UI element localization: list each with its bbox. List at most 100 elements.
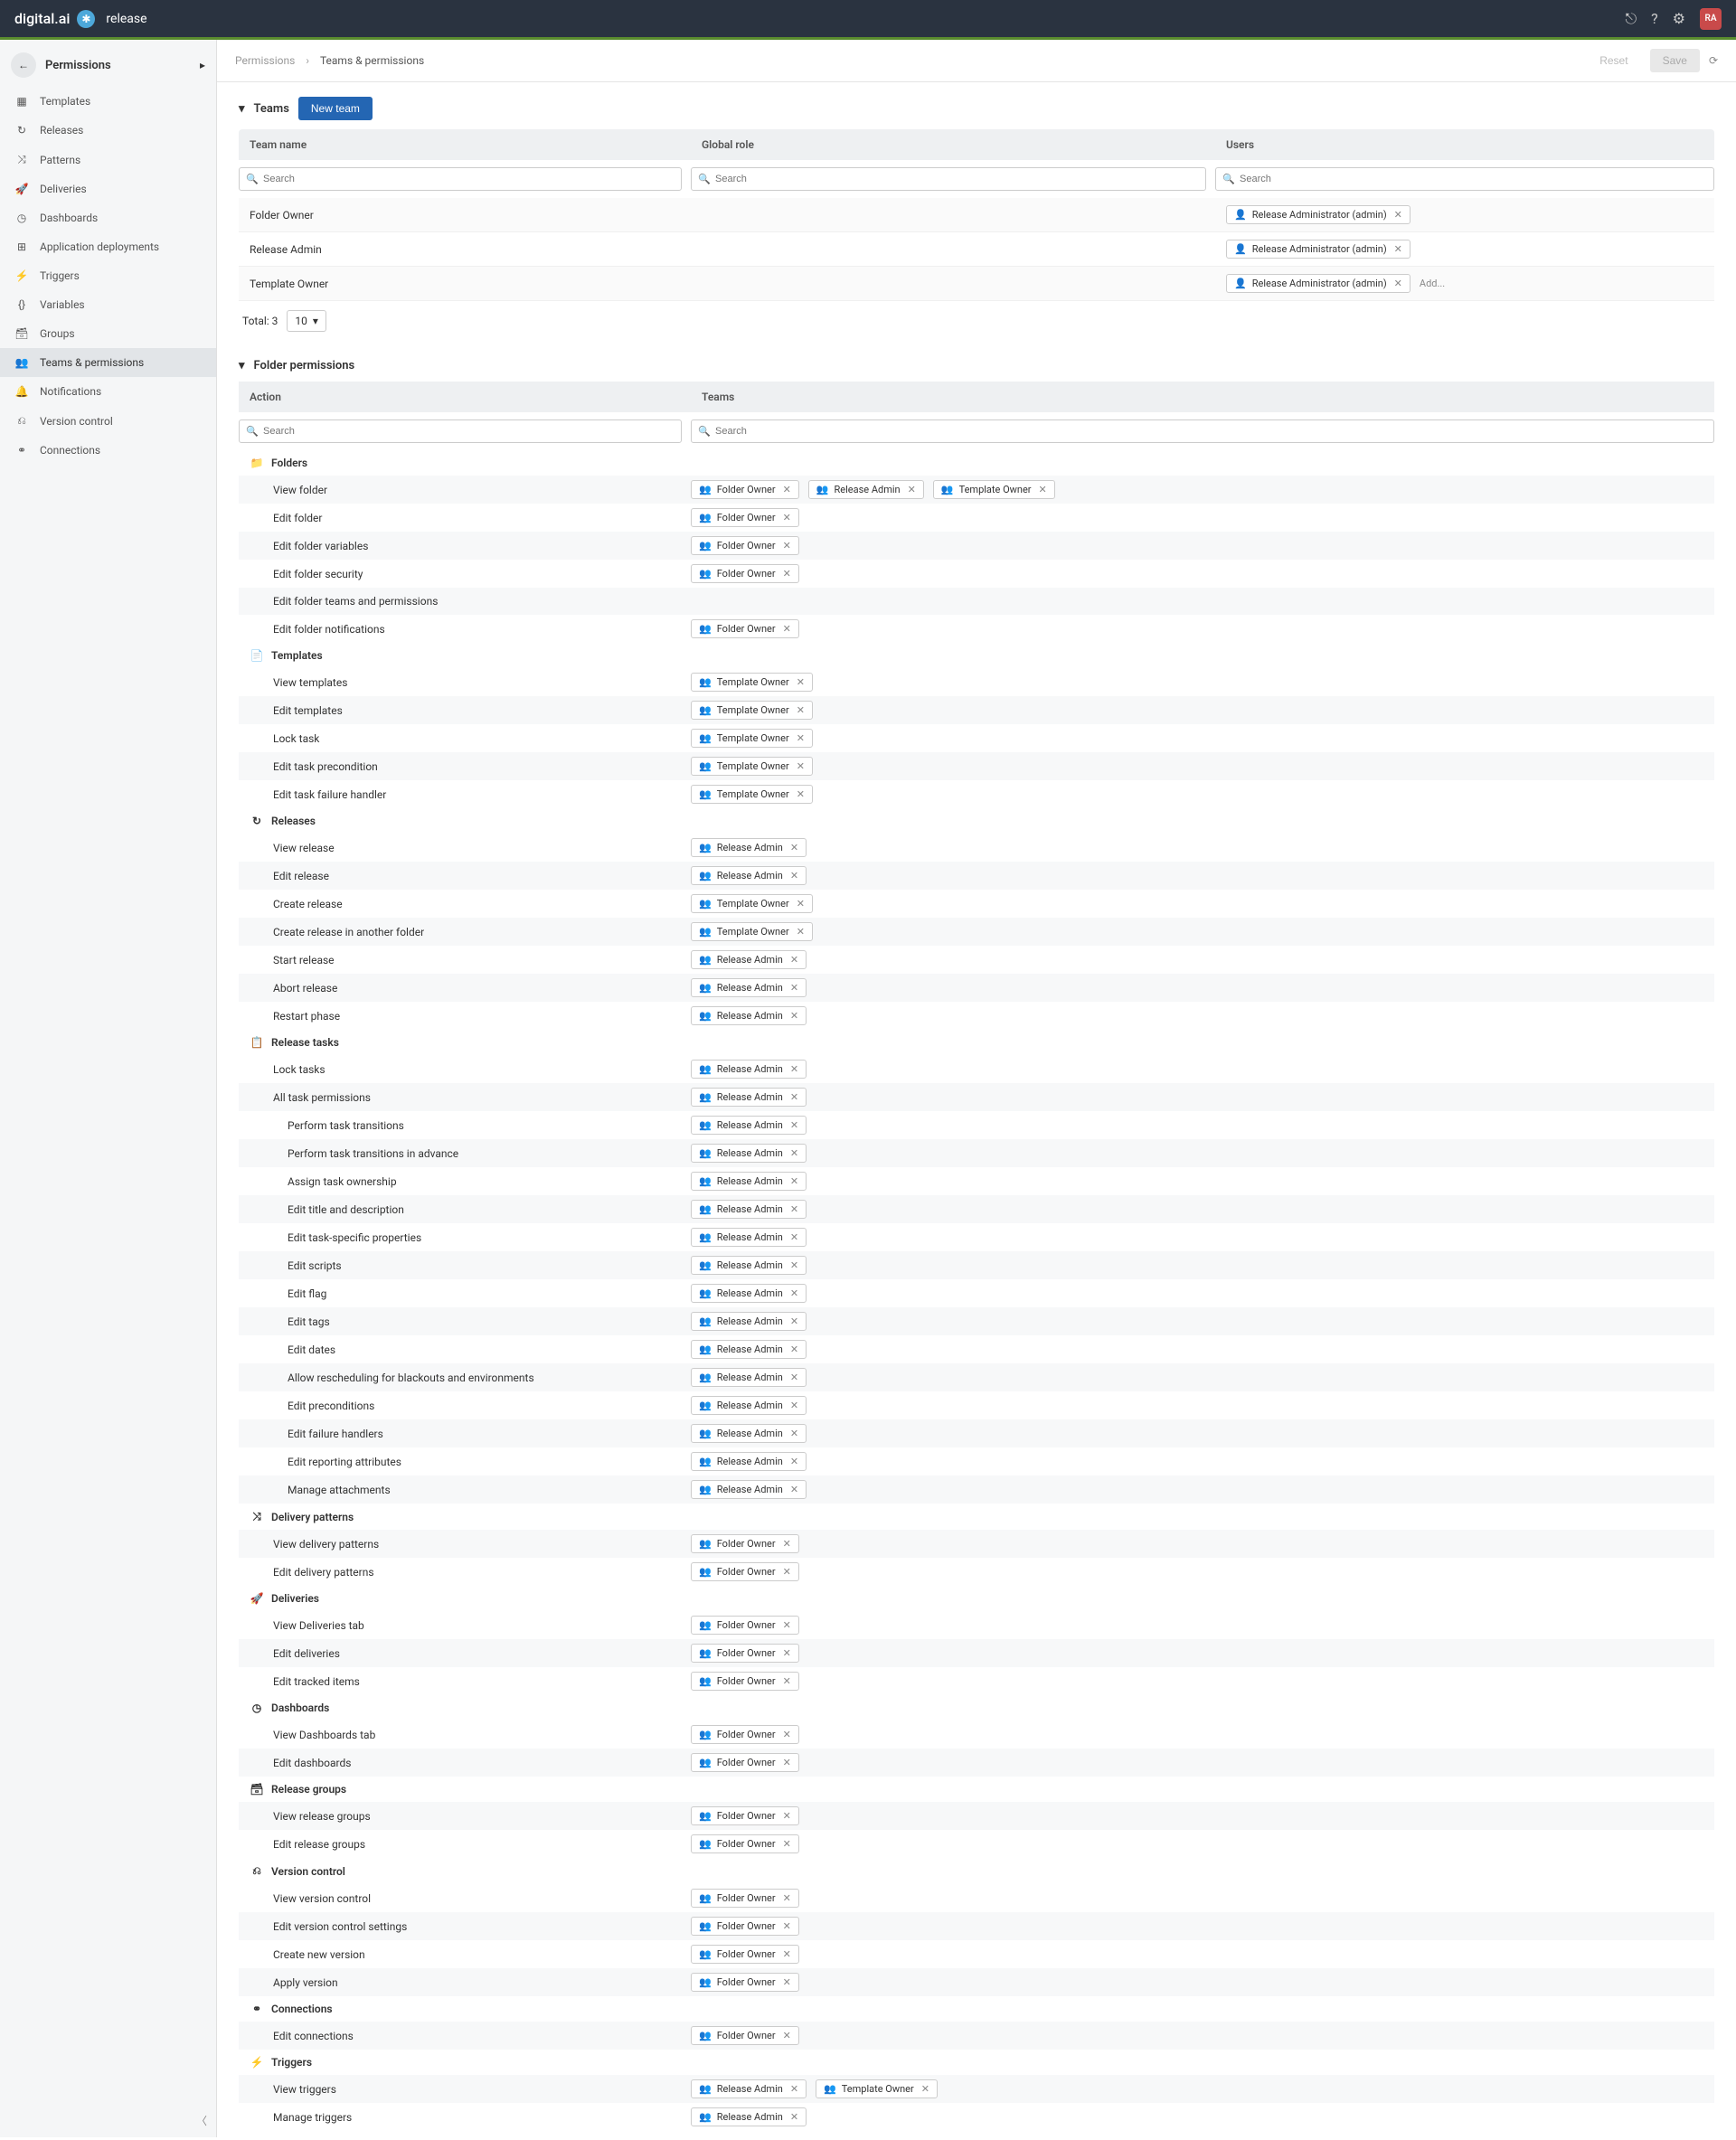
team-chip[interactable]: 👥Folder Owner✕ <box>691 2026 799 2045</box>
action-search-input[interactable] <box>239 420 682 443</box>
breadcrumb-root[interactable]: Permissions <box>235 54 295 67</box>
remove-chip-icon[interactable]: ✕ <box>790 842 798 853</box>
remove-chip-icon[interactable]: ✕ <box>783 1892 791 1904</box>
team-chip[interactable]: 👥Folder Owner✕ <box>691 1889 799 1908</box>
remove-chip-icon[interactable]: ✕ <box>908 484 916 495</box>
remove-chip-icon[interactable]: ✕ <box>1394 243 1402 255</box>
sidebar-item-dashboards[interactable]: ◷Dashboards <box>0 203 216 232</box>
team-chip[interactable]: 👥Template Owner✕ <box>816 2079 938 2098</box>
sidebar-expand-icon[interactable]: ▸ <box>200 59 205 71</box>
remove-chip-icon[interactable]: ✕ <box>783 568 791 580</box>
team-chip[interactable]: 👥Release Admin✕ <box>808 480 924 499</box>
team-chip[interactable]: 👥Template Owner✕ <box>933 480 1055 499</box>
team-chip[interactable]: 👥Template Owner✕ <box>691 729 813 748</box>
sidebar-item-notifications[interactable]: 🔔Notifications <box>0 377 216 406</box>
sidebar-item-groups[interactable]: 🗃Groups <box>0 319 216 348</box>
team-chip[interactable]: 👥Release Admin✕ <box>691 838 807 857</box>
remove-chip-icon[interactable]: ✕ <box>797 788 805 800</box>
team-chip[interactable]: 👥Folder Owner✕ <box>691 1616 799 1635</box>
team-chip[interactable]: 👥Folder Owner✕ <box>691 1644 799 1663</box>
remove-chip-icon[interactable]: ✕ <box>790 1484 798 1495</box>
team-chip[interactable]: 👥Template Owner✕ <box>691 757 813 776</box>
remove-chip-icon[interactable]: ✕ <box>790 1372 798 1383</box>
remove-chip-icon[interactable]: ✕ <box>783 2030 791 2041</box>
remove-chip-icon[interactable]: ✕ <box>783 623 791 635</box>
remove-chip-icon[interactable]: ✕ <box>790 870 798 881</box>
remove-chip-icon[interactable]: ✕ <box>790 2111 798 2123</box>
user-avatar[interactable]: RA <box>1700 8 1722 30</box>
help-icon[interactable]: ? <box>1651 10 1658 27</box>
remove-chip-icon[interactable]: ✕ <box>783 1538 791 1550</box>
team-chip[interactable]: 👥Release Admin✕ <box>691 1312 807 1331</box>
remove-chip-icon[interactable]: ✕ <box>790 1428 798 1439</box>
remove-chip-icon[interactable]: ✕ <box>783 1838 791 1850</box>
team-chip[interactable]: 👥Release Admin✕ <box>691 1480 807 1499</box>
remove-chip-icon[interactable]: ✕ <box>797 926 805 938</box>
remove-chip-icon[interactable]: ✕ <box>783 1948 791 1960</box>
team-chip[interactable]: 👥Template Owner✕ <box>691 673 813 692</box>
remove-chip-icon[interactable]: ✕ <box>1394 278 1402 289</box>
save-button[interactable]: Save <box>1650 49 1700 72</box>
sidebar-item-patterns[interactable]: ⤨Patterns <box>0 145 216 174</box>
sidebar-item-variables[interactable]: {}Variables <box>0 290 216 319</box>
remove-chip-icon[interactable]: ✕ <box>783 512 791 523</box>
new-team-button[interactable]: New team <box>298 97 373 120</box>
reset-button[interactable]: Reset <box>1587 49 1640 72</box>
remove-chip-icon[interactable]: ✕ <box>790 1287 798 1299</box>
team-chip[interactable]: 👥Folder Owner✕ <box>691 564 799 583</box>
remove-chip-icon[interactable]: ✕ <box>797 676 805 688</box>
remove-chip-icon[interactable]: ✕ <box>783 1976 791 1988</box>
sidebar-item-version-control[interactable]: ⎌Version control <box>0 406 216 436</box>
team-chip[interactable]: 👥Release Admin✕ <box>691 2107 807 2126</box>
remove-chip-icon[interactable]: ✕ <box>783 1729 791 1740</box>
remove-chip-icon[interactable]: ✕ <box>797 704 805 716</box>
team-chip[interactable]: 👥Folder Owner✕ <box>691 1945 799 1964</box>
remove-chip-icon[interactable]: ✕ <box>921 2083 929 2095</box>
remove-chip-icon[interactable]: ✕ <box>790 1315 798 1327</box>
team-chip[interactable]: 👥Release Admin✕ <box>691 1228 807 1247</box>
settings-icon[interactable]: ⚙ <box>1673 10 1685 27</box>
remove-chip-icon[interactable]: ✕ <box>783 1566 791 1578</box>
team-chip[interactable]: 👥Template Owner✕ <box>691 785 813 804</box>
user-chip[interactable]: 👤Release Administrator (admin)✕ <box>1226 205 1410 224</box>
remove-chip-icon[interactable]: ✕ <box>790 1343 798 1355</box>
team-chip[interactable]: 👥Folder Owner✕ <box>691 1562 799 1581</box>
team-chip[interactable]: 👥Release Admin✕ <box>691 1368 807 1387</box>
remove-chip-icon[interactable]: ✕ <box>783 1757 791 1768</box>
remove-chip-icon[interactable]: ✕ <box>1394 209 1402 221</box>
remove-chip-icon[interactable]: ✕ <box>790 982 798 994</box>
team-chip[interactable]: 👥Release Admin✕ <box>691 1116 807 1135</box>
notifications-icon[interactable]: ⎋ <box>1625 10 1637 28</box>
remove-chip-icon[interactable]: ✕ <box>790 2083 798 2095</box>
team-chip[interactable]: 👥Release Admin✕ <box>691 1200 807 1219</box>
team-chip[interactable]: 👥Folder Owner✕ <box>691 1917 799 1936</box>
user-chip[interactable]: 👤Release Administrator (admin)✕ <box>1226 240 1410 259</box>
sidebar-collapse-icon[interactable]: 〈 <box>196 2113 207 2128</box>
team-chip[interactable]: 👥Template Owner✕ <box>691 894 813 913</box>
team-chip[interactable]: 👥Release Admin✕ <box>691 1144 807 1163</box>
remove-chip-icon[interactable]: ✕ <box>790 1175 798 1187</box>
remove-chip-icon[interactable]: ✕ <box>797 898 805 910</box>
team-name-search-input[interactable] <box>239 167 682 191</box>
remove-chip-icon[interactable]: ✕ <box>783 1647 791 1659</box>
team-chip[interactable]: 👥Release Admin✕ <box>691 978 807 997</box>
team-chip[interactable]: 👥Folder Owner✕ <box>691 619 799 638</box>
sidebar-item-application-deployments[interactable]: ⊞Application deployments <box>0 232 216 261</box>
team-chip[interactable]: 👥Folder Owner✕ <box>691 1534 799 1553</box>
remove-chip-icon[interactable]: ✕ <box>790 1010 798 1022</box>
remove-chip-icon[interactable]: ✕ <box>790 1400 798 1411</box>
team-chip[interactable]: 👥Folder Owner✕ <box>691 1806 799 1825</box>
teams-collapse-icon[interactable]: ▾ <box>239 102 245 116</box>
team-chip[interactable]: 👥Release Admin✕ <box>691 1396 807 1415</box>
team-chip[interactable]: 👥Folder Owner✕ <box>691 480 799 499</box>
global-role-search-input[interactable] <box>691 167 1206 191</box>
remove-chip-icon[interactable]: ✕ <box>783 540 791 551</box>
remove-chip-icon[interactable]: ✕ <box>797 732 805 744</box>
add-user-link[interactable]: Add... <box>1420 278 1445 289</box>
remove-chip-icon[interactable]: ✕ <box>783 1675 791 1687</box>
history-icon[interactable]: ⟳ <box>1709 54 1718 67</box>
remove-chip-icon[interactable]: ✕ <box>790 1259 798 1271</box>
team-chip[interactable]: 👥Release Admin✕ <box>691 1060 807 1079</box>
folder-perms-collapse-icon[interactable]: ▾ <box>239 359 245 372</box>
remove-chip-icon[interactable]: ✕ <box>790 1231 798 1243</box>
